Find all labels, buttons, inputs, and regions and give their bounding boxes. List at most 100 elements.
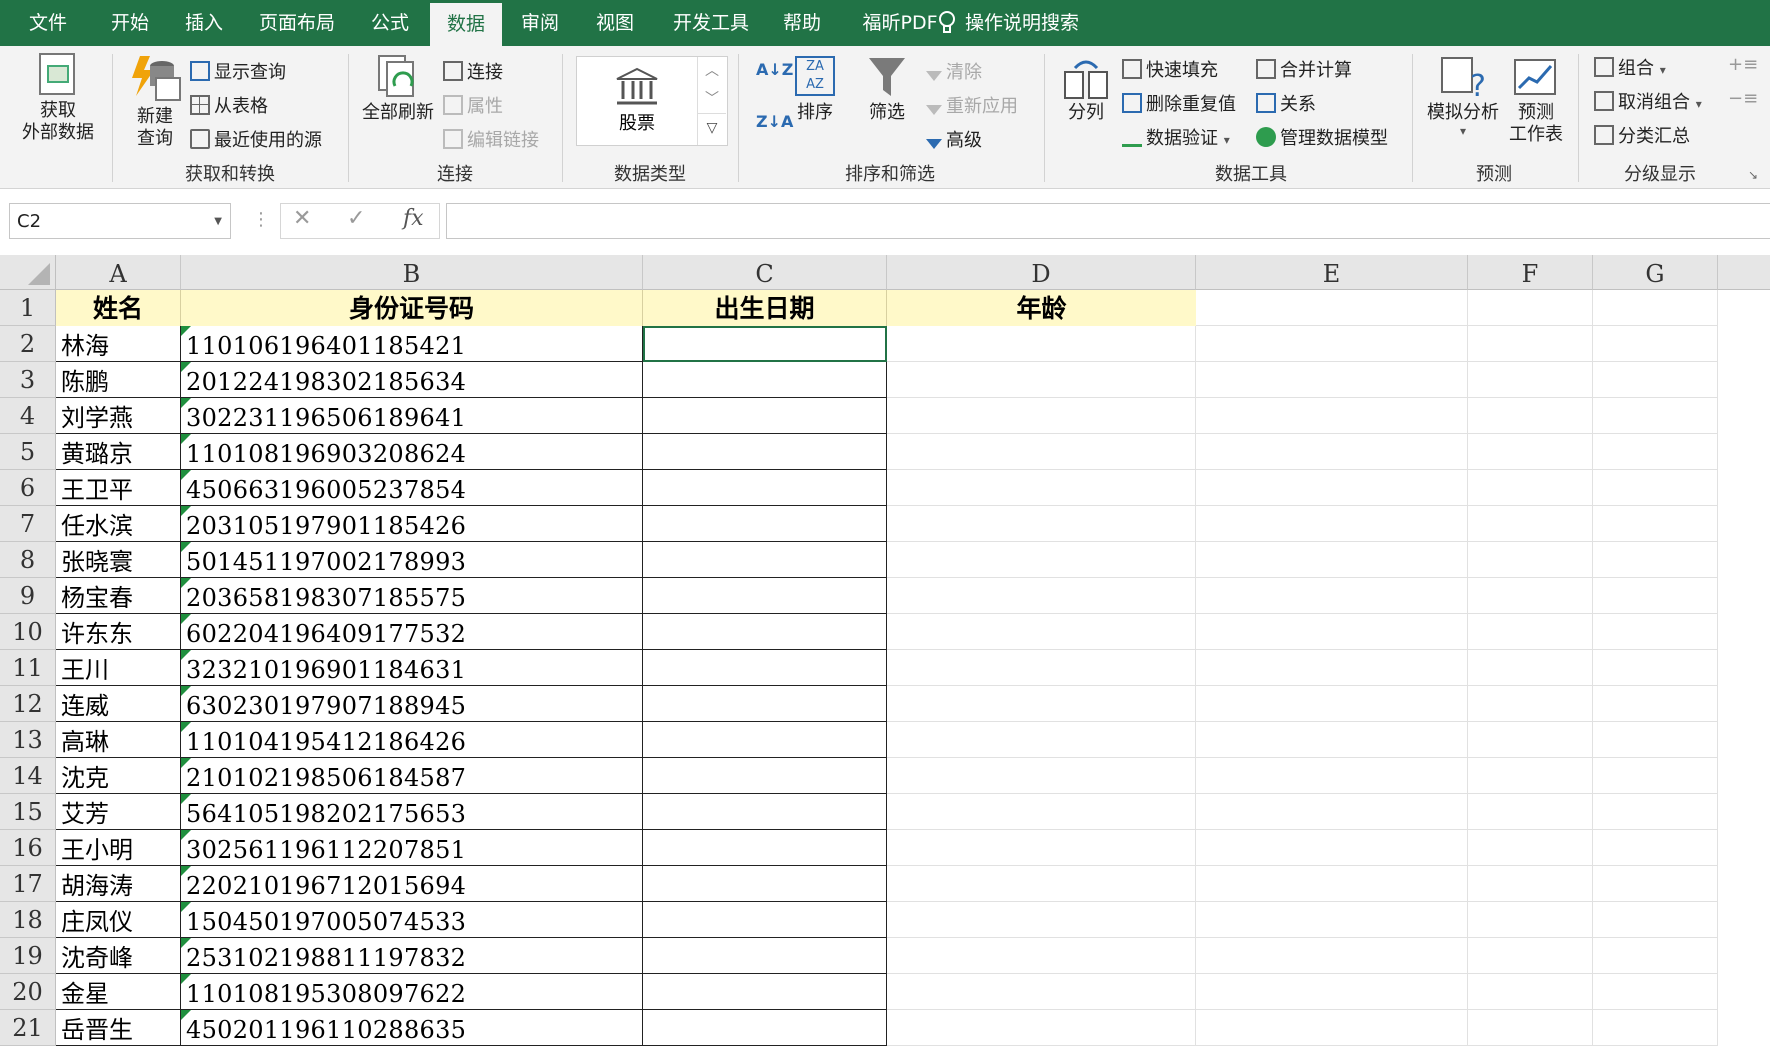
cell[interactable] bbox=[1593, 722, 1718, 758]
column-header-c[interactable]: C bbox=[643, 255, 887, 290]
cell[interactable] bbox=[1468, 974, 1593, 1010]
cell-birthdate[interactable] bbox=[643, 794, 887, 830]
relationships-button[interactable]: 关系 bbox=[1256, 90, 1316, 116]
resize-handle-icon[interactable]: ⋮ bbox=[252, 209, 270, 230]
cell-id-number[interactable]: 302231196506189641 bbox=[181, 398, 643, 434]
cell[interactable] bbox=[1593, 506, 1718, 542]
tab-formulas[interactable]: 公式 bbox=[358, 0, 422, 46]
cell[interactable] bbox=[1593, 326, 1718, 362]
column-header-g[interactable]: G bbox=[1593, 255, 1718, 290]
select-all-button[interactable] bbox=[0, 255, 56, 290]
data-validation-button[interactable]: 数据验证 ▾ bbox=[1122, 124, 1230, 150]
cell-birthdate[interactable] bbox=[643, 830, 887, 866]
cell-age[interactable] bbox=[887, 866, 1196, 902]
column-header-d[interactable]: D bbox=[887, 255, 1196, 290]
row-header[interactable]: 9 bbox=[0, 578, 56, 614]
manage-data-model-button[interactable]: 管理数据模型 bbox=[1256, 124, 1388, 150]
cell[interactable] bbox=[1593, 470, 1718, 506]
column-header-e[interactable]: E bbox=[1196, 255, 1468, 290]
consolidate-button[interactable]: 合并计算 bbox=[1256, 56, 1352, 82]
header-cell-id[interactable]: 身份证号码 bbox=[181, 290, 643, 326]
cell[interactable] bbox=[1196, 866, 1468, 902]
enter-icon[interactable]: ✓ bbox=[347, 206, 365, 231]
get-external-data-button[interactable]: 获取 外部数据 bbox=[10, 52, 106, 144]
cell-name[interactable]: 金星 bbox=[56, 974, 181, 1010]
cell-birthdate[interactable] bbox=[643, 326, 887, 362]
cell[interactable] bbox=[1196, 326, 1468, 362]
cell-id-number[interactable]: 110104195412186426 bbox=[181, 722, 643, 758]
cell-name[interactable]: 岳晋生 bbox=[56, 1010, 181, 1046]
cell[interactable] bbox=[1468, 722, 1593, 758]
cell[interactable] bbox=[1196, 290, 1468, 326]
cell-age[interactable] bbox=[887, 830, 1196, 866]
tab-insert[interactable]: 插入 bbox=[172, 0, 236, 46]
row-header[interactable]: 10 bbox=[0, 614, 56, 650]
clear-filter-button[interactable]: 清除 bbox=[926, 58, 982, 84]
cell[interactable] bbox=[1593, 1010, 1718, 1046]
cell-id-number[interactable]: 630230197907188945 bbox=[181, 686, 643, 722]
insert-function-icon[interactable]: fx bbox=[403, 206, 424, 231]
row-header[interactable]: 11 bbox=[0, 650, 56, 686]
cell-age[interactable] bbox=[887, 974, 1196, 1010]
cell[interactable] bbox=[1593, 362, 1718, 398]
cell-name[interactable]: 沈克 bbox=[56, 758, 181, 794]
cell[interactable] bbox=[1468, 542, 1593, 578]
sort-descending-icon[interactable]: Z↓A bbox=[756, 112, 793, 131]
cell[interactable] bbox=[1468, 758, 1593, 794]
cell-birthdate[interactable] bbox=[643, 398, 887, 434]
cell-birthdate[interactable] bbox=[643, 938, 887, 974]
cell[interactable] bbox=[1196, 794, 1468, 830]
cell[interactable] bbox=[1468, 686, 1593, 722]
cell[interactable] bbox=[1196, 830, 1468, 866]
cell-name[interactable]: 刘学燕 bbox=[56, 398, 181, 434]
header-cell-name[interactable]: 姓名 bbox=[56, 290, 181, 326]
cell-id-number[interactable]: 203658198307185575 bbox=[181, 578, 643, 614]
row-header[interactable]: 7 bbox=[0, 506, 56, 542]
cell[interactable] bbox=[1196, 542, 1468, 578]
recent-sources-button[interactable]: 最近使用的源 bbox=[190, 126, 322, 152]
cell-birthdate[interactable] bbox=[643, 650, 887, 686]
cell[interactable] bbox=[1196, 578, 1468, 614]
tell-me-search[interactable]: 操作说明搜索 bbox=[939, 0, 1079, 46]
cell[interactable] bbox=[1468, 398, 1593, 434]
connections-button[interactable]: 连接 bbox=[443, 58, 503, 84]
cell-age[interactable] bbox=[887, 902, 1196, 938]
row-header[interactable]: 1 bbox=[0, 290, 56, 326]
cell[interactable] bbox=[1593, 902, 1718, 938]
cell-birthdate[interactable] bbox=[643, 866, 887, 902]
cell-id-number[interactable]: 220210196712015694 bbox=[181, 866, 643, 902]
formula-input[interactable] bbox=[446, 203, 1770, 239]
tab-foxit-pdf[interactable]: 福昕PDF bbox=[850, 0, 950, 46]
cell-id-number[interactable]: 501451197002178993 bbox=[181, 542, 643, 578]
cell[interactable] bbox=[1196, 650, 1468, 686]
reapply-button[interactable]: 重新应用 bbox=[926, 92, 1018, 118]
cell-name[interactable]: 黄璐京 bbox=[56, 434, 181, 470]
cell[interactable] bbox=[1468, 578, 1593, 614]
chevron-up-icon[interactable]: ︿ bbox=[698, 57, 726, 85]
row-header[interactable]: 16 bbox=[0, 830, 56, 866]
tab-data[interactable]: 数据 bbox=[430, 0, 502, 52]
row-header[interactable]: 14 bbox=[0, 758, 56, 794]
cell-age[interactable] bbox=[887, 470, 1196, 506]
cell[interactable] bbox=[1196, 758, 1468, 794]
tab-help[interactable]: 帮助 bbox=[770, 0, 834, 46]
row-header[interactable]: 15 bbox=[0, 794, 56, 830]
cell-name[interactable]: 陈鹏 bbox=[56, 362, 181, 398]
gallery-scroll[interactable]: ︿ ﹀ ▽ bbox=[697, 57, 726, 145]
cell-age[interactable] bbox=[887, 938, 1196, 974]
cell-age[interactable] bbox=[887, 398, 1196, 434]
cell-age[interactable] bbox=[887, 362, 1196, 398]
cell-birthdate[interactable] bbox=[643, 974, 887, 1010]
column-header-b[interactable]: B bbox=[181, 255, 643, 290]
cell-name[interactable]: 庄凤仪 bbox=[56, 902, 181, 938]
cell-id-number[interactable]: 323210196901184631 bbox=[181, 650, 643, 686]
cell[interactable] bbox=[1196, 974, 1468, 1010]
cell-birthdate[interactable] bbox=[643, 902, 887, 938]
cell-id-number[interactable]: 253102198811197832 bbox=[181, 938, 643, 974]
cell[interactable] bbox=[1593, 938, 1718, 974]
cell-birthdate[interactable] bbox=[643, 434, 887, 470]
stocks-button[interactable]: 股票 bbox=[583, 61, 691, 141]
header-cell-birthdate[interactable]: 出生日期 bbox=[643, 290, 887, 326]
cell-name[interactable]: 王小明 bbox=[56, 830, 181, 866]
cell-name[interactable]: 沈奇峰 bbox=[56, 938, 181, 974]
